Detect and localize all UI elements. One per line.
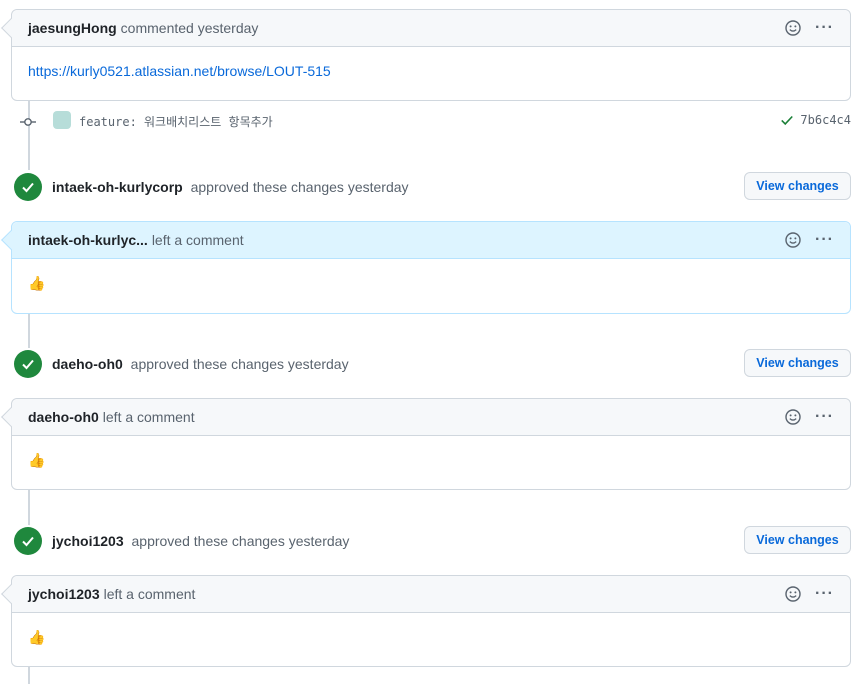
avatar[interactable] [53,111,71,129]
commit-message[interactable]: feature: 워크배치리스트 항목추가 [79,113,273,130]
comment-body: https://kurly0521.atlassian.net/browse/L… [12,47,850,95]
kebab-horizontal-icon[interactable]: ··· [815,586,834,602]
review-summary: jychoi1203 approved these changes yester… [52,533,349,549]
commit-sha-text[interactable]: 7b6c4c4 [800,113,851,127]
comment-caret [1,407,21,427]
review-event: jychoi1203 approved these changes yester… [0,525,863,557]
git-commit-icon [20,118,36,126]
approved-badge [14,173,42,201]
comment-header: jychoi1203 left a comment ··· [1,576,850,613]
comment-actions: ··· [785,586,834,602]
kebab-horizontal-icon[interactable]: ··· [815,409,834,425]
timeline-line [28,667,30,684]
comment-author[interactable]: jychoi1203 [28,586,100,602]
comment-actions: ··· [785,409,834,425]
approved-badge [14,350,42,378]
comment-card: jaesungHong commented yesterday ··· http… [1,9,851,101]
comment-meta: left a comment [103,586,196,602]
approved-badge [14,527,42,555]
review-event: daeho-oh0 approved these changes yesterd… [0,348,863,380]
review-status: approved these changes yesterday [131,533,350,549]
check-icon [22,182,34,193]
comment-caret [1,230,21,250]
comment-actions: ··· [785,20,834,36]
timeline-line [28,490,30,526]
comment-header: intaek-oh-kurlyc... left a comment ··· [1,222,850,259]
review-comment-card: intaek-oh-kurlyc... left a comment ··· 👍 [1,221,851,314]
comment-meta: left a comment [102,409,195,425]
view-changes-button[interactable]: View changes [744,349,851,377]
review-summary: intaek-oh-kurlycorp approved these chang… [52,179,409,195]
smiley-icon[interactable] [785,409,801,425]
comment-body: 👍 [28,275,46,291]
comment-caret [1,18,21,38]
review-comment-card: jychoi1203 left a comment ··· 👍 [1,575,851,667]
commit-row: feature: 워크배치리스트 항목추가 7b6c4c4 [0,108,863,134]
comment-author[interactable]: jaesungHong [28,20,117,36]
commit-sha[interactable]: 7b6c4c4 [780,113,851,127]
comment-header: daeho-oh0 left a comment ··· [1,399,850,436]
review-summary: daeho-oh0 approved these changes yesterd… [52,356,349,372]
check-icon [22,536,34,547]
issue-link[interactable]: https://kurly0521.atlassian.net/browse/L… [28,63,331,79]
comment-actions: ··· [785,232,834,248]
kebab-horizontal-icon[interactable]: ··· [815,20,834,36]
smiley-icon[interactable] [785,586,801,602]
review-comment-card: daeho-oh0 left a comment ··· 👍 [1,398,851,490]
check-icon [22,359,34,370]
comment-author[interactable]: intaek-oh-kurlyc... [28,232,148,248]
timeline-line [28,314,30,348]
review-status: approved these changes yesterday [190,179,409,195]
view-changes-button[interactable]: View changes [744,172,851,200]
comment-header: jaesungHong commented yesterday ··· [1,10,850,47]
review-status: approved these changes yesterday [130,356,349,372]
comment-body: 👍 [28,629,46,645]
reviewer-name[interactable]: daeho-oh0 [52,356,123,372]
review-event: intaek-oh-kurlycorp approved these chang… [0,171,863,203]
comment-timestamp[interactable]: commented yesterday [121,20,259,36]
view-changes-button[interactable]: View changes [744,526,851,554]
comment-meta: left a comment [151,232,244,248]
comment-author[interactable]: daeho-oh0 [28,409,99,425]
comment-body: 👍 [28,452,46,468]
kebab-horizontal-icon[interactable]: ··· [815,232,834,248]
reviewer-name[interactable]: jychoi1203 [52,533,124,549]
comment-caret [1,584,21,604]
reviewer-name[interactable]: intaek-oh-kurlycorp [52,179,183,195]
smiley-icon[interactable] [785,20,801,36]
smiley-icon[interactable] [785,232,801,248]
check-icon [781,115,794,126]
